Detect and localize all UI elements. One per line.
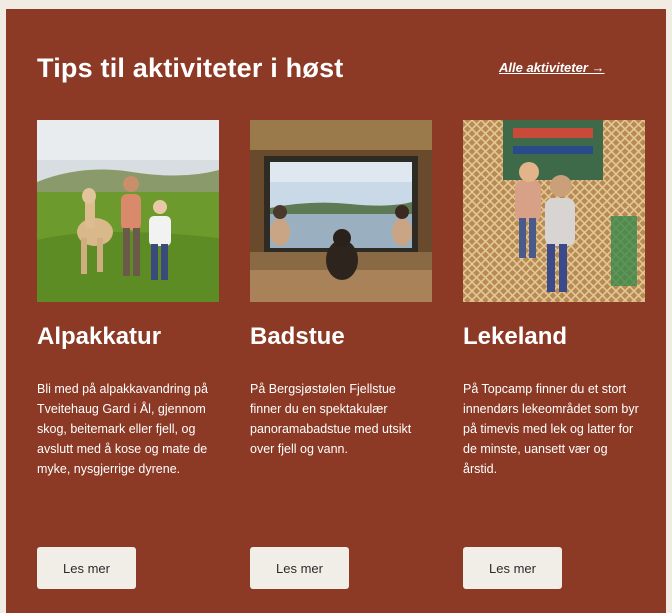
card-description: På Topcamp finner du et stort innendørs … (463, 382, 639, 476)
read-more-button[interactable]: Les mer (463, 547, 562, 589)
card-title: Lekeland (463, 323, 568, 350)
all-activities-link[interactable]: Alle aktiviteter → (499, 60, 605, 75)
section-heading: Tips til aktiviteter i høst (37, 53, 344, 83)
read-more-button[interactable]: Les mer (250, 547, 349, 589)
activities-panel: Tips til aktiviteter i høst Alle aktivit… (6, 9, 666, 613)
card-title: Badstue (250, 323, 345, 350)
card-description: Bli med på alpakkavandring på Tveitehaug… (37, 382, 208, 476)
alpaca-photo (37, 120, 219, 302)
card-description: På Bergsjøstølen Fjellstue finner du en … (250, 382, 412, 456)
playground-photo (463, 120, 645, 302)
card-title: Alpakkatur (37, 323, 162, 350)
read-more-button[interactable]: Les mer (37, 547, 136, 589)
sauna-photo (250, 120, 432, 302)
